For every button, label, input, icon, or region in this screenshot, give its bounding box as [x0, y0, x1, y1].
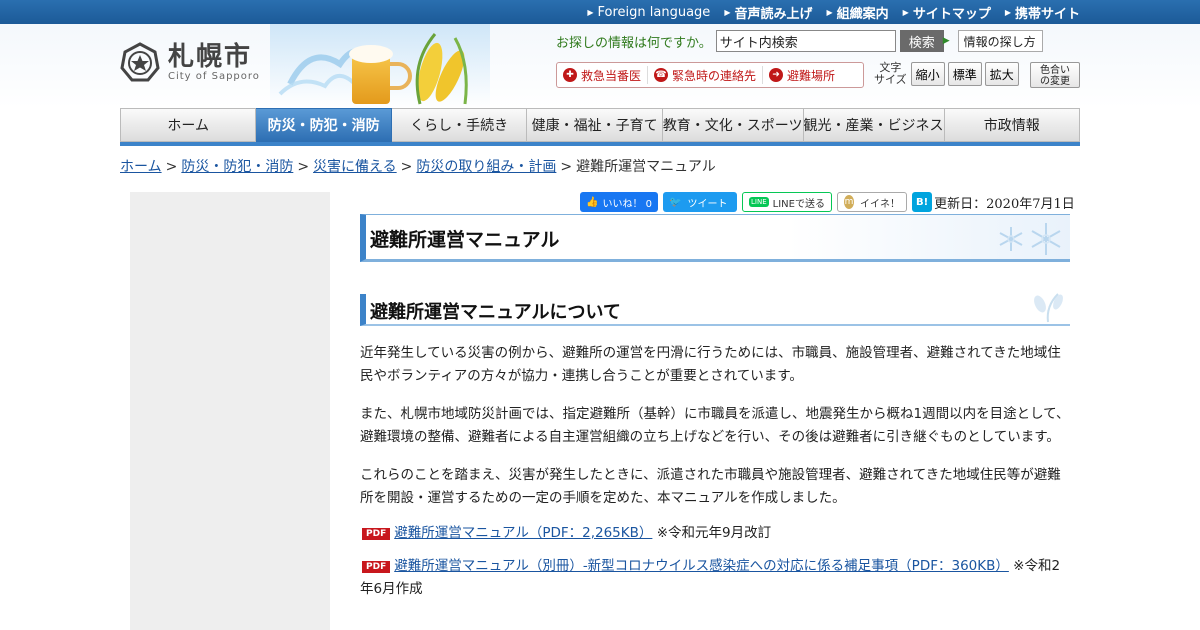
- site-logo[interactable]: 札幌市 City of Sapporo: [120, 42, 260, 82]
- triangle-icon: ▶: [902, 8, 909, 17]
- font-standard-button[interactable]: 標準: [947, 62, 982, 86]
- logo-title: 札幌市: [168, 41, 253, 72]
- left-sidebar: [130, 192, 330, 630]
- bird-icon: 🐦: [669, 196, 682, 208]
- mixi-check-button[interactable]: m イイネ！: [836, 192, 907, 212]
- triangle-icon: ▶: [1004, 8, 1011, 17]
- global-nav: ホーム 防災・防犯・消防 くらし・手続き 健康・福祉・子育て 教育・文化・スポー…: [120, 108, 1080, 146]
- pdf-file-item: PDF 避難所運営マニュアル（PDF：2,265KB） ※令和元年9月改訂: [360, 522, 1070, 545]
- leaf-icon: [1034, 293, 1063, 323]
- breadcrumb-disaster[interactable]: 防災・防犯・消防: [181, 159, 293, 175]
- evacuation-site-link[interactable]: ➜ 避難場所: [763, 66, 841, 84]
- social-share-bar: 👍 いいね！ 0 🐦 ツイート LINE LINEで送る m イイネ！ B! 更新日：2…: [580, 192, 1075, 212]
- section-heading: 避難所運営マニュアルについて: [370, 302, 621, 323]
- breadcrumb: ホーム > 防災・防犯・消防 > 災害に備える > 防災の取り組み・計画 > 避難所運営マニュア…: [120, 159, 716, 175]
- sitemap-link[interactable]: ▶ サイトマップ: [903, 3, 991, 22]
- page-title: 避難所運営マニュアル: [370, 229, 560, 251]
- pdf-icon: PDF: [362, 561, 391, 573]
- breadcrumb-current: 避難所運営マニュアル: [576, 159, 716, 175]
- snowflake-icon: [999, 223, 1061, 255]
- pdf-link-supplement[interactable]: 避難所運営マニュアル（別冊）-新型コロナウイルス感染症への対応に係る補足事項（P…: [394, 558, 1009, 574]
- mobile-site-link[interactable]: ▶ 携帯サイト: [1005, 3, 1080, 22]
- triangle-icon: ▶: [826, 8, 833, 17]
- triangle-icon: ▶: [942, 36, 950, 46]
- line-icon: LINE: [749, 197, 769, 207]
- font-size-label: 文字 サイズ: [874, 61, 907, 86]
- pdf-icon: PDF: [362, 528, 391, 540]
- emergency-links: ✚ 救急当番医 ☎ 緊急時の連絡先 ➜ 避難場所: [556, 62, 864, 88]
- line-share-button[interactable]: LINE LINEで送る: [742, 192, 832, 212]
- organization-link[interactable]: ▶ 組織案内: [826, 3, 888, 22]
- medical-icon: ✚: [563, 68, 577, 82]
- breadcrumb-home[interactable]: ホーム: [120, 159, 162, 175]
- pdf-link-manual[interactable]: 避難所運営マニュアル（PDF：2,265KB）: [394, 525, 652, 541]
- nav-health-welfare[interactable]: 健康・福祉・子育て: [527, 108, 663, 142]
- emergency-doctor-link[interactable]: ✚ 救急当番医: [557, 66, 649, 84]
- twitter-tweet-button[interactable]: 🐦 ツイート: [663, 192, 737, 212]
- paragraph: これらのことを踏まえ、災害が発生したときに、派遣された市職員や施設管理者、避難さ…: [360, 467, 1061, 506]
- triangle-icon: ▶: [724, 8, 731, 17]
- nav-home[interactable]: ホーム: [120, 108, 257, 142]
- font-larger-button[interactable]: 拡大: [984, 62, 1019, 86]
- search-prompt: お探しの情報は何ですか。: [556, 35, 712, 51]
- section-heading-box: 避難所運営マニュアルについて: [360, 293, 1070, 326]
- hatena-bookmark-button[interactable]: B!: [911, 192, 933, 212]
- triangle-icon: ▶: [587, 8, 594, 17]
- logo-subtitle: City of Sapporo: [168, 70, 260, 82]
- thumbs-up-icon: 👍: [586, 196, 599, 208]
- run-icon: ➜: [769, 68, 784, 82]
- mixi-icon: m: [843, 195, 854, 209]
- breadcrumb-prepare[interactable]: 災害に備える: [313, 159, 397, 175]
- nav-education-culture[interactable]: 教育・文化・スポーツ: [662, 108, 804, 142]
- paragraph: また、札幌市地域防災計画では、指定避難所（基幹）に市職員を派遣し、地震発生から概…: [360, 406, 1070, 445]
- find-info-button[interactable]: ▶ 情報の探し方: [943, 30, 1043, 52]
- updated-date: 更新日：2020年7月1日: [934, 196, 1075, 212]
- voice-reading-link[interactable]: ▶ 音声読み上げ: [724, 3, 812, 22]
- site-search-input[interactable]: [715, 30, 896, 52]
- search-button[interactable]: 検索: [899, 30, 944, 52]
- facebook-like-button[interactable]: 👍 いいね！ 0: [580, 192, 658, 212]
- font-smaller-button[interactable]: 縮小: [910, 62, 945, 86]
- nav-living[interactable]: くらし・手続き: [391, 108, 528, 142]
- file-note: ※令和元年9月改訂: [656, 525, 772, 541]
- nav-city-administration[interactable]: 市政情報: [944, 108, 1080, 142]
- nav-disaster-prevention[interactable]: 防災・防犯・消防: [256, 108, 392, 142]
- emergency-contact-link[interactable]: ☎ 緊急時の連絡先: [648, 66, 764, 84]
- page-title-box: 避難所運営マニュアル: [360, 214, 1070, 262]
- header-hero-image: [270, 24, 490, 108]
- breadcrumb-plans[interactable]: 防災の取り組み・計画: [416, 159, 556, 175]
- site-header: 札幌市 City of Sapporo お探しの情報は何ですか。 検索 ▶ 情報…: [0, 24, 1200, 108]
- pdf-file-item: PDF 避難所運営マニュアル（別冊）-新型コロナウイルス感染症への対応に係る補足事…: [360, 555, 1070, 601]
- city-emblem-icon: [120, 42, 160, 82]
- foreign-language-link[interactable]: ▶ Foreign language: [587, 3, 710, 22]
- color-change-button[interactable]: 色合い の変更: [1030, 62, 1080, 88]
- paragraph: 近年発生している災害の例から、避難所の運営を円滑に行うためには、市職員、施設管理…: [360, 345, 1061, 384]
- font-size-controls: 文字 サイズ 縮小 標準 拡大: [874, 62, 1022, 86]
- phone-icon: ☎: [654, 68, 669, 82]
- main-content: 避難所運営マニュアル 避難所運営マニュアルについて 近年発生している災害の例から…: [360, 214, 1070, 601]
- utility-bar: ▶ Foreign language ▶ 音声読み上げ ▶ 組織案内 ▶ サイトマップ …: [0, 0, 1200, 24]
- nav-tourism-business[interactable]: 観光・産業・ビジネス: [803, 108, 945, 142]
